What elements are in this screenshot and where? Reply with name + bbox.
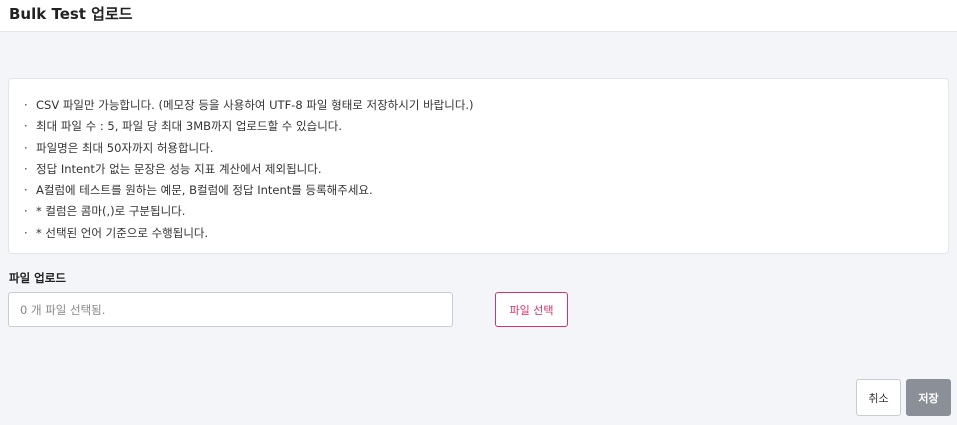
bullet: ·	[24, 161, 28, 176]
bullet: ·	[24, 98, 28, 112]
notice-item: · * 선택된 언어 기준으로 수행됩니다.	[24, 223, 474, 244]
bullet: ·	[24, 119, 28, 134]
page-title: Bulk Test 업로드	[9, 5, 133, 23]
notice-text: 파일명은 최대 50자까지 허용합니다.	[36, 140, 214, 155]
notice-item: · 최대 파일 수 : 5, 파일 당 최대 3MB까지 업로드할 수 있습니다.	[24, 116, 474, 137]
notice-item: · A컬럼에 테스트를 원하는 예문, B컬럼에 정답 Intent를 등록해주세…	[24, 180, 474, 201]
bullet: ·	[24, 183, 28, 198]
bullet: ·	[24, 225, 28, 240]
notice-list: · CSV 파일만 가능합니다. (메모장 등을 사용하여 UTF-8 파일 형태…	[24, 95, 474, 244]
bullet: ·	[24, 204, 28, 219]
file-name-field[interactable]	[8, 292, 453, 327]
save-button[interactable]: 저장	[906, 379, 951, 416]
notice-text: * 컬럼은 콤마(,)로 구분됩니다.	[36, 204, 186, 219]
notice-text: CSV 파일만 가능합니다. (메모장 등을 사용하여 UTF-8 파일 형태로…	[36, 98, 474, 112]
select-file-button[interactable]: 파일 선택	[495, 292, 568, 327]
notice-text: 정답 Intent가 없는 문장은 성능 지표 계산에서 제외됩니다.	[36, 161, 322, 176]
notice-item: · 파일명은 최대 50자까지 허용합니다.	[24, 138, 474, 159]
notice-item: · CSV 파일만 가능합니다. (메모장 등을 사용하여 UTF-8 파일 형태…	[24, 95, 474, 116]
notice-box: · CSV 파일만 가능합니다. (메모장 등을 사용하여 UTF-8 파일 형태…	[8, 78, 949, 254]
notice-item: · * 컬럼은 콤마(,)로 구분됩니다.	[24, 201, 474, 222]
notice-item: · 정답 Intent가 없는 문장은 성능 지표 계산에서 제외됩니다.	[24, 159, 474, 180]
page-header: Bulk Test 업로드	[0, 0, 957, 32]
notice-text: * 선택된 언어 기준으로 수행됩니다.	[36, 225, 209, 240]
cancel-button[interactable]: 취소	[856, 379, 901, 416]
notice-text: 최대 파일 수 : 5, 파일 당 최대 3MB까지 업로드할 수 있습니다.	[36, 119, 343, 134]
bullet: ·	[24, 140, 28, 155]
file-upload-label: 파일 업로드	[9, 271, 66, 285]
notice-text: A컬럼에 테스트를 원하는 예문, B컬럼에 정답 Intent를 등록해주세요…	[36, 183, 373, 198]
